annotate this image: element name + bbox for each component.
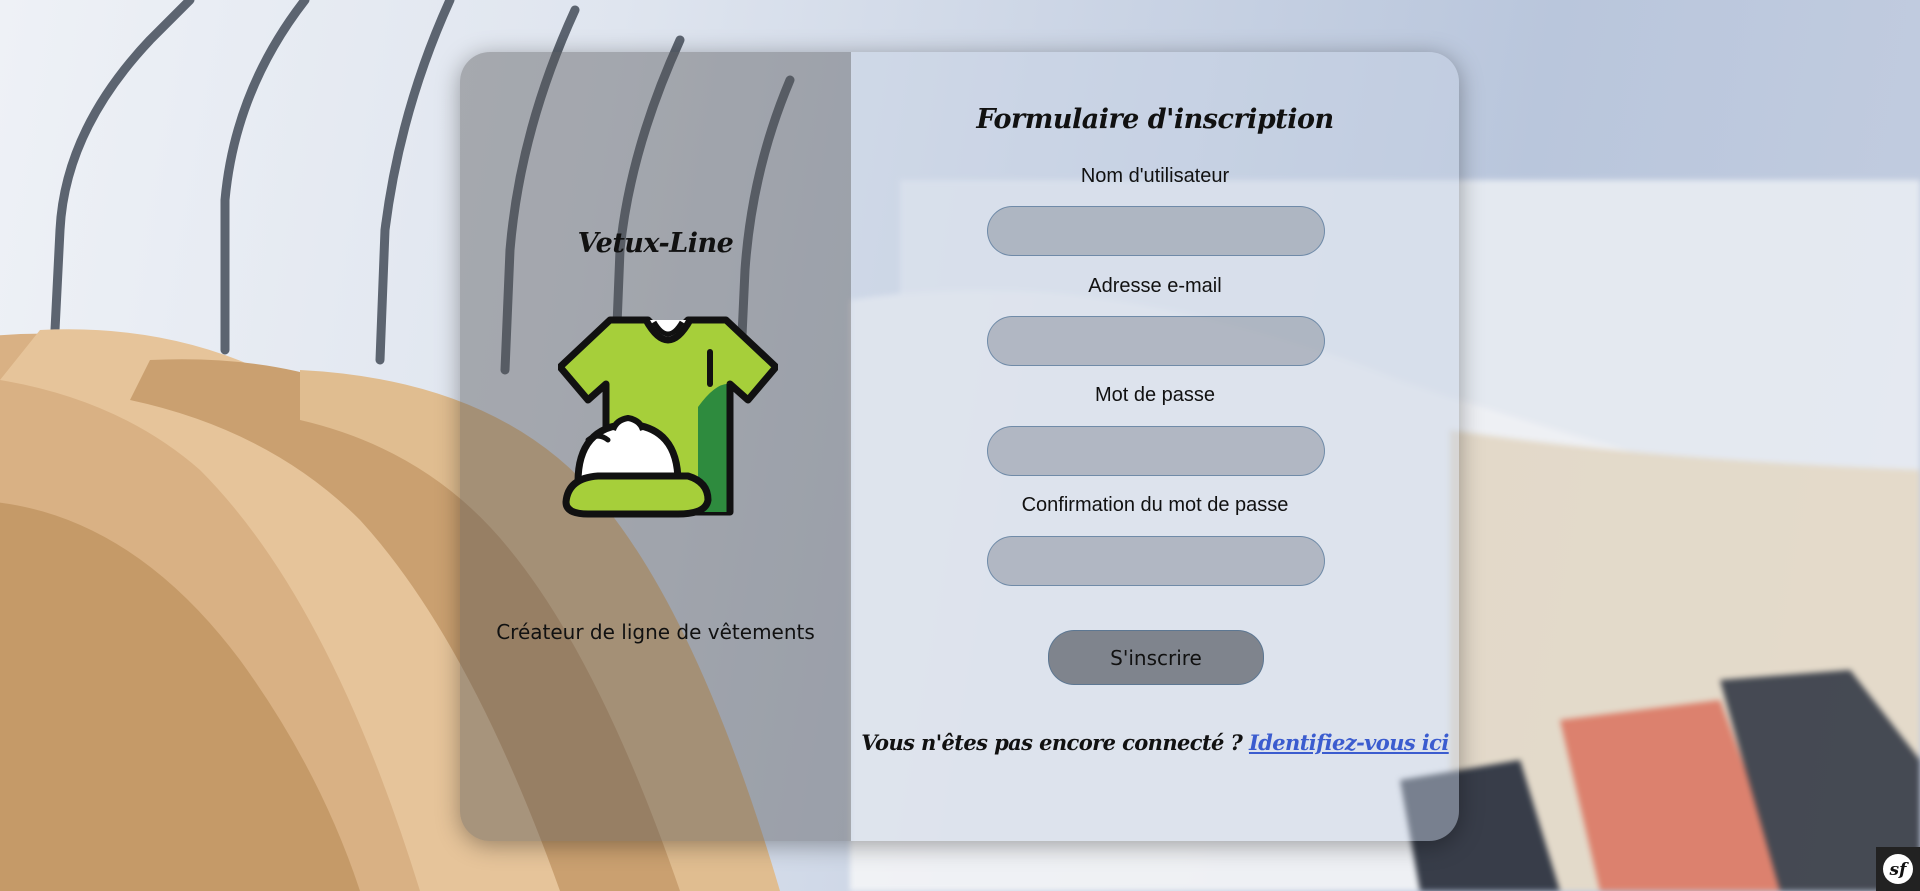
- brand-name: Vetux-Line: [577, 228, 734, 259]
- password-confirm-label: Confirmation du mot de passe: [1021, 494, 1289, 516]
- login-link[interactable]: Identifiez-vous ici: [1249, 730, 1449, 755]
- brand-panel: Vetux-Line Créateur de ligne de vêtement…: [460, 52, 851, 841]
- symfony-icon: sf: [1883, 854, 1913, 884]
- svg-text:sf: sf: [1889, 860, 1910, 880]
- symfony-toolbar-toggle[interactable]: sf: [1876, 847, 1920, 891]
- password-input[interactable]: [987, 426, 1325, 476]
- login-prompt-text: Vous n'êtes pas encore connecté ?: [861, 730, 1249, 755]
- email-input[interactable]: [987, 316, 1325, 366]
- brand-tagline: Créateur de ligne de vêtements: [496, 620, 815, 644]
- username-label: Nom d'utilisateur: [1080, 165, 1230, 187]
- signup-button[interactable]: S'inscrire: [1048, 630, 1264, 685]
- username-input[interactable]: [987, 206, 1325, 256]
- tshirt-cap-icon: [558, 316, 778, 518]
- password-confirm-input[interactable]: [987, 536, 1325, 586]
- password-label: Mot de passe: [1094, 384, 1216, 406]
- login-prompt: Vous n'êtes pas encore connecté ? Identi…: [851, 730, 1459, 755]
- email-label: Adresse e-mail: [1088, 275, 1222, 297]
- form-title: Formulaire d'inscription: [976, 104, 1334, 135]
